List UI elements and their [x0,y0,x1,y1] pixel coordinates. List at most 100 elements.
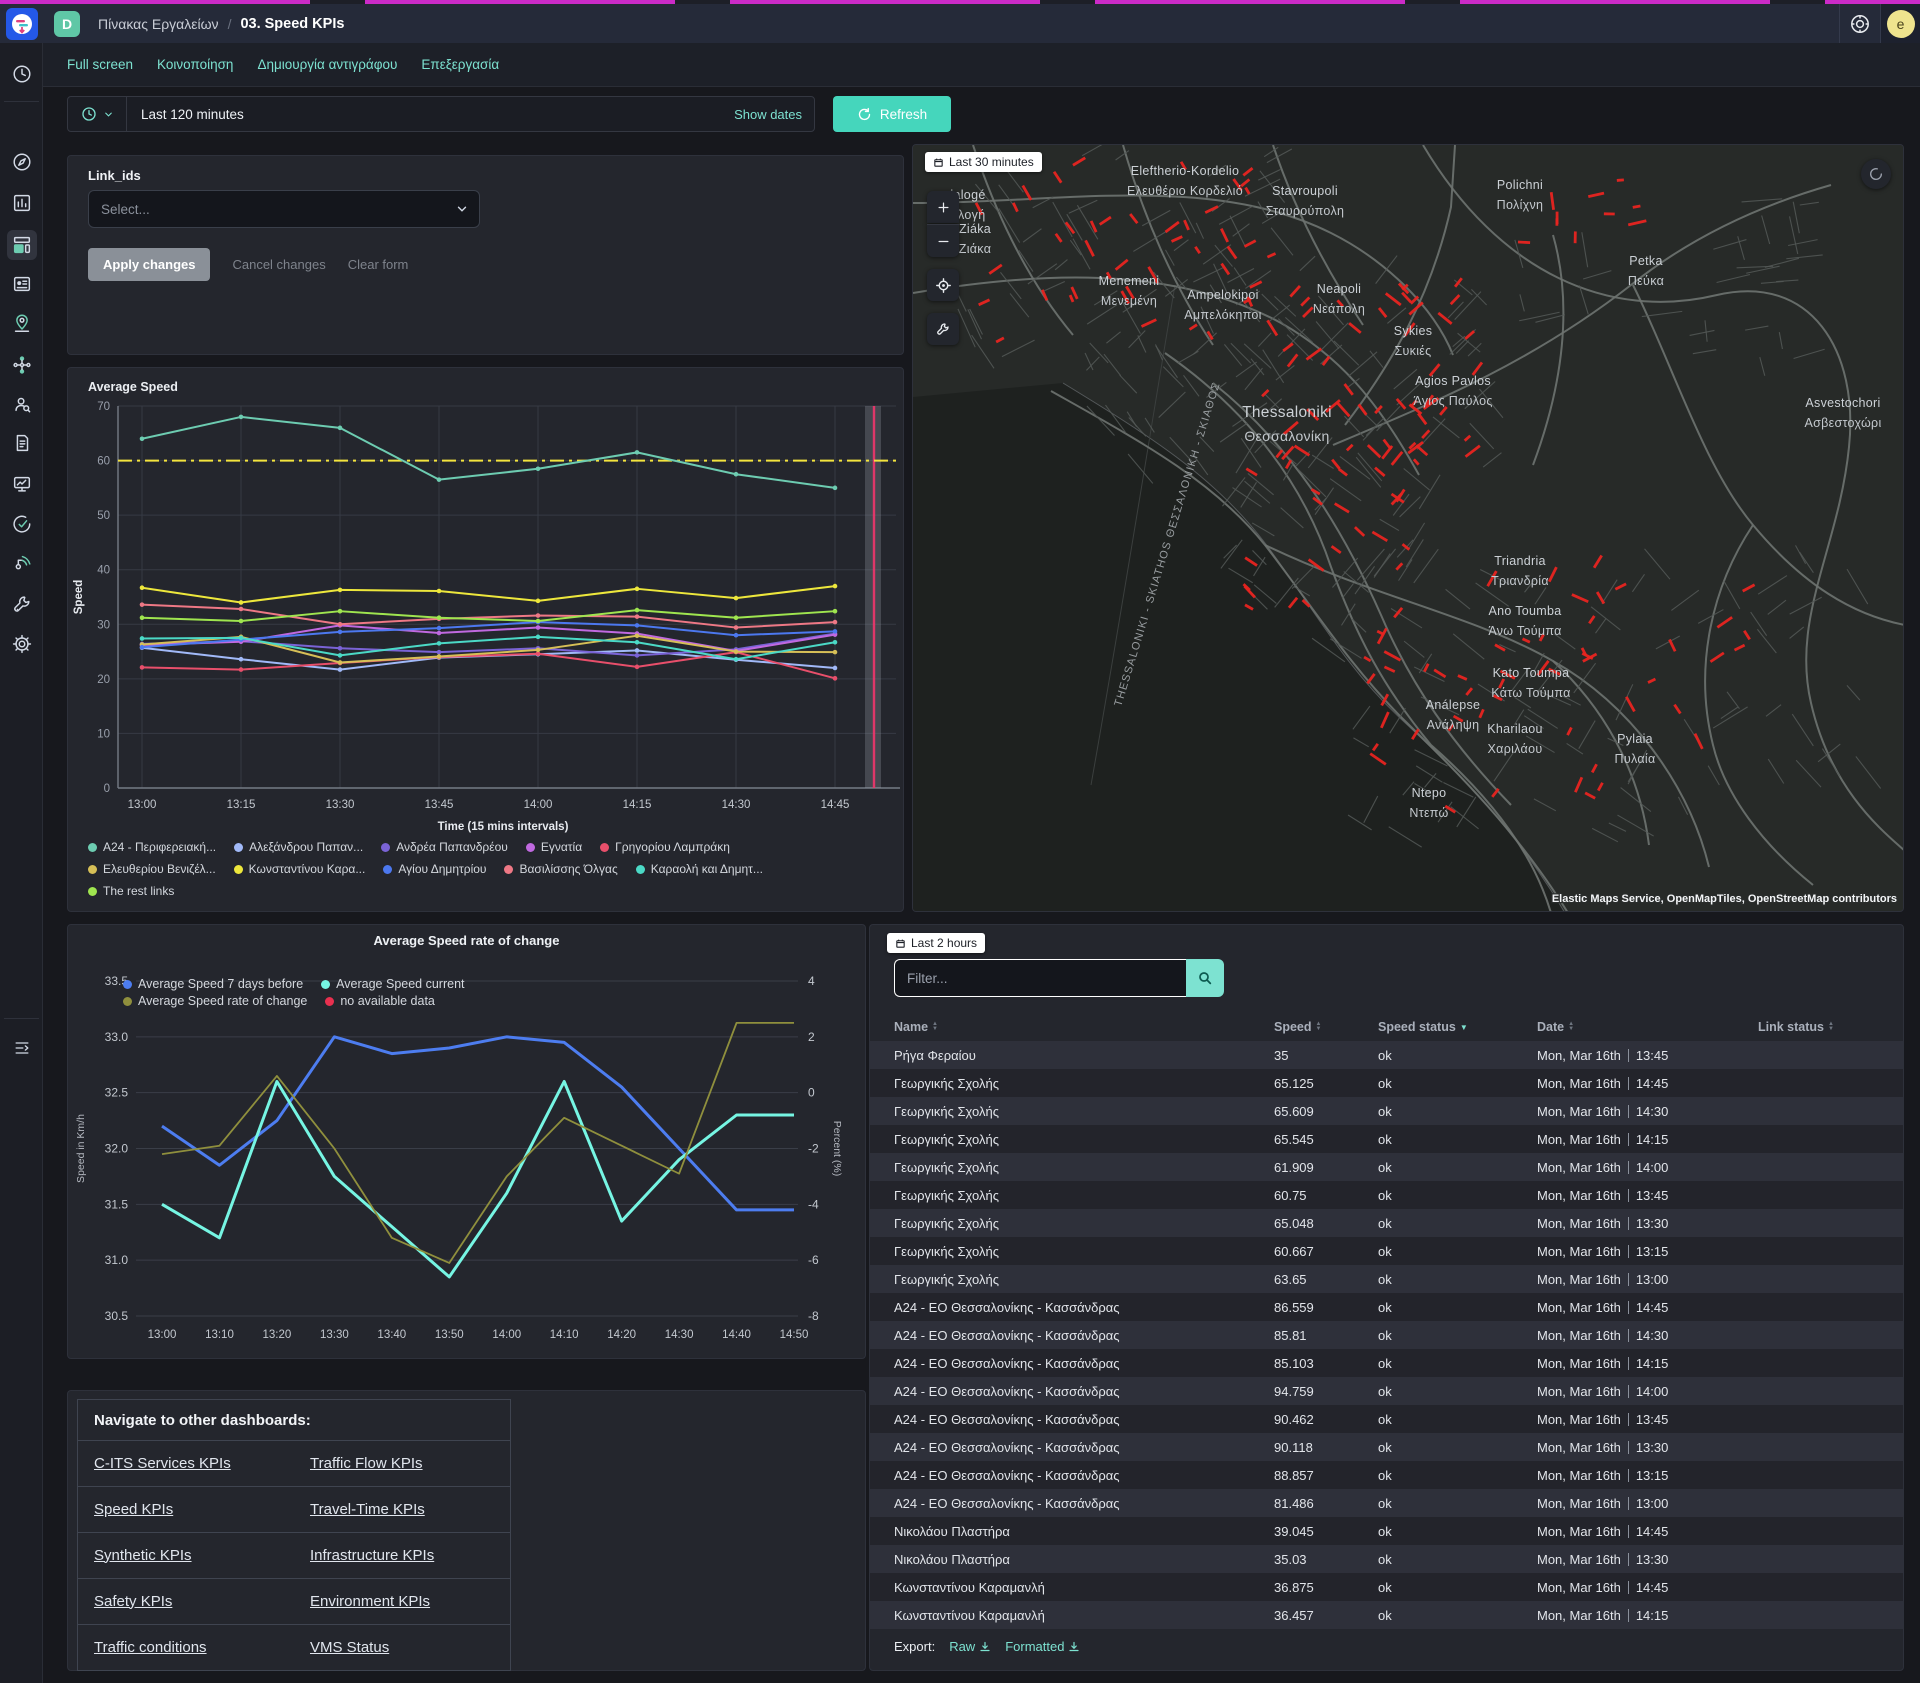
cell-speed: 65.609 [1274,1097,1314,1125]
time-picker-quick-button[interactable] [68,97,127,131]
sidebar-item-devtools-wrench-icon[interactable] [7,589,37,619]
user-avatar[interactable]: e [1880,4,1920,43]
sidebar-collapse-icon[interactable] [7,1033,37,1063]
traffic-map-panel[interactable]: ialogéαλογήEleftherio-KordelioΕλευθέριο … [912,144,1904,912]
table-row[interactable]: A24 - ΕΟ Θεσσαλονίκης - Κασσάνδρας90.462… [870,1405,1903,1433]
refresh-button[interactable]: Refresh [833,96,951,132]
time-range-value[interactable]: Last 120 minutes [141,107,244,122]
legend-item[interactable]: Κωνσταντίνου Καρα... [234,862,366,876]
dashboard-link[interactable]: Traffic conditions [94,1639,207,1656]
column-header-date[interactable]: Date▲▼ [1537,1013,1574,1041]
legend-item[interactable]: Εγνατία [526,840,582,854]
sidebar-item-discover-compass-icon[interactable] [7,147,37,177]
rate-of-change-chart: 33.5433.0232.5032.0-231.5-431.0-630.5-81… [68,951,867,1351]
legend-item[interactable]: A24 - Περιφερειακή... [88,840,216,854]
search-button[interactable] [1186,959,1224,997]
menu-item-3[interactable]: Επεξεργασία [421,57,499,72]
clear-form-button[interactable]: Clear form [348,257,409,272]
table-row[interactable]: A24 - ΕΟ Θεσσαλονίκης - Κασσάνδρας88.857… [870,1461,1903,1489]
map-zoom-out-button[interactable] [927,224,959,257]
dashboard-link[interactable]: Safety KPIs [94,1593,172,1610]
legend-item[interactable]: no available data [325,994,435,1008]
map-fit-data-crosshair-button[interactable] [927,269,959,301]
breadcrumb-dashboards[interactable]: Πίνακας Εργαλείων [98,16,219,32]
legend-item[interactable]: Βασιλίσσης Όλγας [504,862,617,876]
dashboard-link[interactable]: VMS Status [310,1639,389,1656]
legend-item[interactable]: Γρηγορίου Λαμπράκη [600,840,730,854]
table-row[interactable]: Γεωργικής Σχολής65.048okMon, Mar 16th13:… [870,1209,1903,1237]
menu-item-0[interactable]: Full screen [67,57,133,72]
table-row[interactable]: Γεωργικής Σχολής65.545okMon, Mar 16th14:… [870,1125,1903,1153]
show-dates-link[interactable]: Show dates [734,107,802,122]
export-raw-link[interactable]: Raw [949,1639,991,1654]
map-refresh-spinner-button[interactable] [1861,159,1891,189]
apply-changes-button[interactable]: Apply changes [88,248,210,281]
map-tools-wrench-button[interactable] [927,313,959,345]
legend-item[interactable]: Ανδρέα Παπανδρέου [381,840,508,854]
map-zoom-in-button[interactable] [927,191,959,223]
sidebar-item-metrics-screen-icon[interactable] [7,469,37,499]
table-row[interactable]: Γεωργικής Σχολής60.75okMon, Mar 16th13:4… [870,1181,1903,1209]
table-row[interactable]: A24 - ΕΟ Θεσσαλονίκης - Κασσάνδρας81.486… [870,1489,1903,1517]
legend-item[interactable]: Ελευθερίου Βενιζέλ... [88,862,216,876]
map-canvas[interactable]: ialogéαλογήEleftherio-KordelioΕλευθέριο … [913,145,1904,912]
sidebar-item-logs-icon[interactable] [7,428,37,458]
table-row[interactable]: A24 - ΕΟ Θεσσαλονίκης - Κασσάνδρας85.103… [870,1349,1903,1377]
sidebar-item-maps-pin-icon[interactable] [7,308,37,338]
legend-item[interactable]: Average Speed 7 days before [123,977,303,991]
column-header-speed[interactable]: Speed▲▼ [1274,1013,1321,1041]
column-header-name[interactable]: Name▲▼ [894,1013,938,1041]
cell-name: A24 - ΕΟ Θεσσαλονίκης - Κασσάνδρας [894,1405,1120,1433]
dashboard-link[interactable]: Traffic Flow KPIs [310,1455,423,1472]
column-header-link-status[interactable]: Link status▲▼ [1758,1013,1834,1041]
legend-item[interactable]: The rest links [88,884,174,898]
export-formatted-link[interactable]: Formatted [1005,1639,1080,1654]
map-label: Polichni [1497,178,1543,192]
table-row[interactable]: Ρήγα Φεραίου35okMon, Mar 16th13:45 [870,1041,1903,1069]
menu-item-2[interactable]: Δημιουργία αντιγράφου [257,57,397,72]
table-row[interactable]: A24 - ΕΟ Θεσσαλονίκης - Κασσάνδρας94.759… [870,1377,1903,1405]
help-icon[interactable] [1839,4,1880,43]
sidebar-item-settings-gear-icon[interactable] [7,629,37,659]
table-row[interactable]: A24 - ΕΟ Θεσσαλονίκης - Κασσάνδρας85.81o… [870,1321,1903,1349]
column-header-speed-status[interactable]: Speed status▼ [1378,1013,1468,1041]
legend-item[interactable]: Average Speed current [321,977,464,991]
table-row[interactable]: A24 - ΕΟ Θεσσαλονίκης - Κασσάνδρας90.118… [870,1433,1903,1461]
sidebar-item-visualize-chart-icon[interactable] [7,188,37,218]
table-row[interactable]: Γεωργικής Σχολής65.609okMon, Mar 16th14:… [870,1097,1903,1125]
table-row[interactable]: Νικολάου Πλαστήρα35.03okMon, Mar 16th13:… [870,1545,1903,1573]
cancel-changes-button[interactable]: Cancel changes [232,257,325,272]
sidebar-item-recent-clock-icon[interactable] [7,59,37,89]
sidebar-item-dashboard-icon[interactable] [7,230,37,260]
sidebar-item-machine-learning-icon[interactable] [7,350,37,380]
link-ids-select[interactable]: Select... [88,190,480,228]
table-row[interactable]: Γεωργικής Σχολής61.909okMon, Mar 16th14:… [870,1153,1903,1181]
dashboard-link[interactable]: C-ITS Services KPIs [94,1455,231,1472]
table-row[interactable]: Κωνσταντίνου Καραμανλή36.457okMon, Mar 1… [870,1601,1903,1629]
sidebar-item-graph-user-icon[interactable] [7,389,37,419]
table-row[interactable]: Γεωργικής Σχολής60.667okMon, Mar 16th13:… [870,1237,1903,1265]
legend-item[interactable]: Αλεξάνδρου Παπαν... [234,840,363,854]
table-row[interactable]: A24 - ΕΟ Θεσσαλονίκης - Κασσάνδρας86.559… [870,1293,1903,1321]
sidebar-item-uptime-check-icon[interactable] [7,509,37,539]
menu-item-1[interactable]: Κοινοποίηση [157,57,233,72]
table-row[interactable]: Κωνσταντίνου Καραμανλή36.875okMon, Mar 1… [870,1573,1903,1601]
table-row[interactable]: Νικολάου Πλαστήρα39.045okMon, Mar 16th14… [870,1517,1903,1545]
cell-date: Mon, Mar 16th13:00 [1537,1265,1668,1293]
table-row[interactable]: Γεωργικής Σχολής65.125okMon, Mar 16th14:… [870,1069,1903,1097]
dashboard-link[interactable]: Infrastructure KPIs [310,1547,434,1564]
app-logo-icon[interactable] [6,8,38,40]
legend-item[interactable]: Καραολή και Δημητ... [636,862,763,876]
dashboard-link[interactable]: Speed KPIs [94,1501,173,1518]
table-row[interactable]: Γεωργικής Σχολής63.65okMon, Mar 16th13:0… [870,1265,1903,1293]
dashboard-link[interactable]: Synthetic KPIs [94,1547,192,1564]
dashboard-link[interactable]: Environment KPIs [310,1593,430,1610]
filter-input[interactable] [894,959,1186,997]
sidebar-item-canvas-icon[interactable] [7,269,37,299]
dashboard-link[interactable]: Travel-Time KPIs [310,1501,425,1518]
legend-item[interactable]: Αγίου Δημητρίου [383,862,486,876]
sidebar-item-apm-signal-icon[interactable] [7,548,37,578]
space-badge[interactable]: D [54,11,80,37]
legend-item[interactable]: Average Speed rate of change [123,994,307,1008]
cell-speed: 90.118 [1274,1433,1313,1461]
